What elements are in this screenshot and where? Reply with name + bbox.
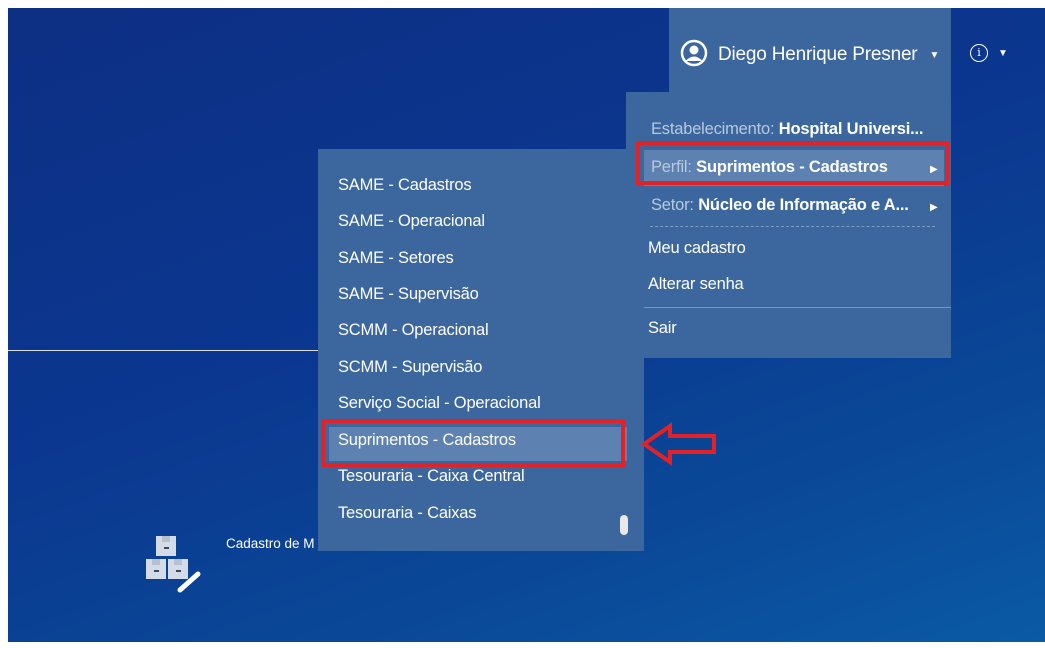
- user-menu-toggle[interactable]: Diego Henrique Presner ▼: [680, 38, 939, 72]
- app-background: Cadastro de M Diego Henrique Presner ▼ i…: [8, 8, 1045, 642]
- scrollbar-thumb[interactable]: [620, 515, 628, 535]
- menu-item-alterar-senha[interactable]: Alterar senha: [648, 275, 744, 294]
- desktop-item-label[interactable]: Cadastro de M: [226, 536, 318, 551]
- menu-divider: [626, 307, 951, 308]
- perfil-submenu: SAME - Cadastros SAME - Operacional SAME…: [318, 149, 644, 551]
- perfil-item[interactable]: SAME - Operacional: [338, 212, 485, 231]
- perfil-item[interactable]: SCMM - Supervisão: [338, 358, 482, 377]
- perfil-item[interactable]: Tesouraria - Caixas: [338, 504, 477, 523]
- chevron-down-icon: ▼: [998, 47, 1008, 59]
- chevron-down-icon: ▼: [929, 49, 940, 61]
- menu-item-meu-cadastro[interactable]: Meu cadastro: [648, 239, 746, 258]
- menu-divider: [650, 226, 935, 227]
- perfil-item[interactable]: SAME - Supervisão: [338, 285, 479, 304]
- info-menu-toggle[interactable]: i ▼: [970, 44, 1008, 62]
- boxes-edit-icon[interactable]: [140, 532, 210, 600]
- menu-item-setor[interactable]: Setor: Núcleo de Informação e A...: [651, 196, 909, 215]
- info-circle-icon: i: [970, 44, 988, 62]
- perfil-item[interactable]: SAME - Cadastros: [338, 176, 472, 195]
- perfil-item[interactable]: Tesouraria - Caixa Central: [338, 467, 525, 486]
- perfil-item[interactable]: SCMM - Operacional: [338, 321, 489, 340]
- highlight-selected-box: [321, 419, 625, 467]
- chevron-right-icon: ▶: [930, 202, 938, 213]
- user-name: Diego Henrique Presner: [718, 44, 918, 65]
- user-dropdown-menu: Estabelecimento: Hospital Universi... Pe…: [626, 92, 951, 358]
- arrow-left-icon: [640, 422, 720, 471]
- menu-item-sair[interactable]: Sair: [648, 319, 677, 338]
- perfil-item[interactable]: SAME - Setores: [338, 249, 454, 268]
- perfil-item[interactable]: Serviço Social - Operacional: [338, 394, 541, 413]
- menu-item-estabelecimento[interactable]: Estabelecimento: Hospital Universi...: [651, 120, 924, 139]
- highlight-perfil-box: [636, 141, 949, 185]
- user-circle-icon: [680, 39, 708, 72]
